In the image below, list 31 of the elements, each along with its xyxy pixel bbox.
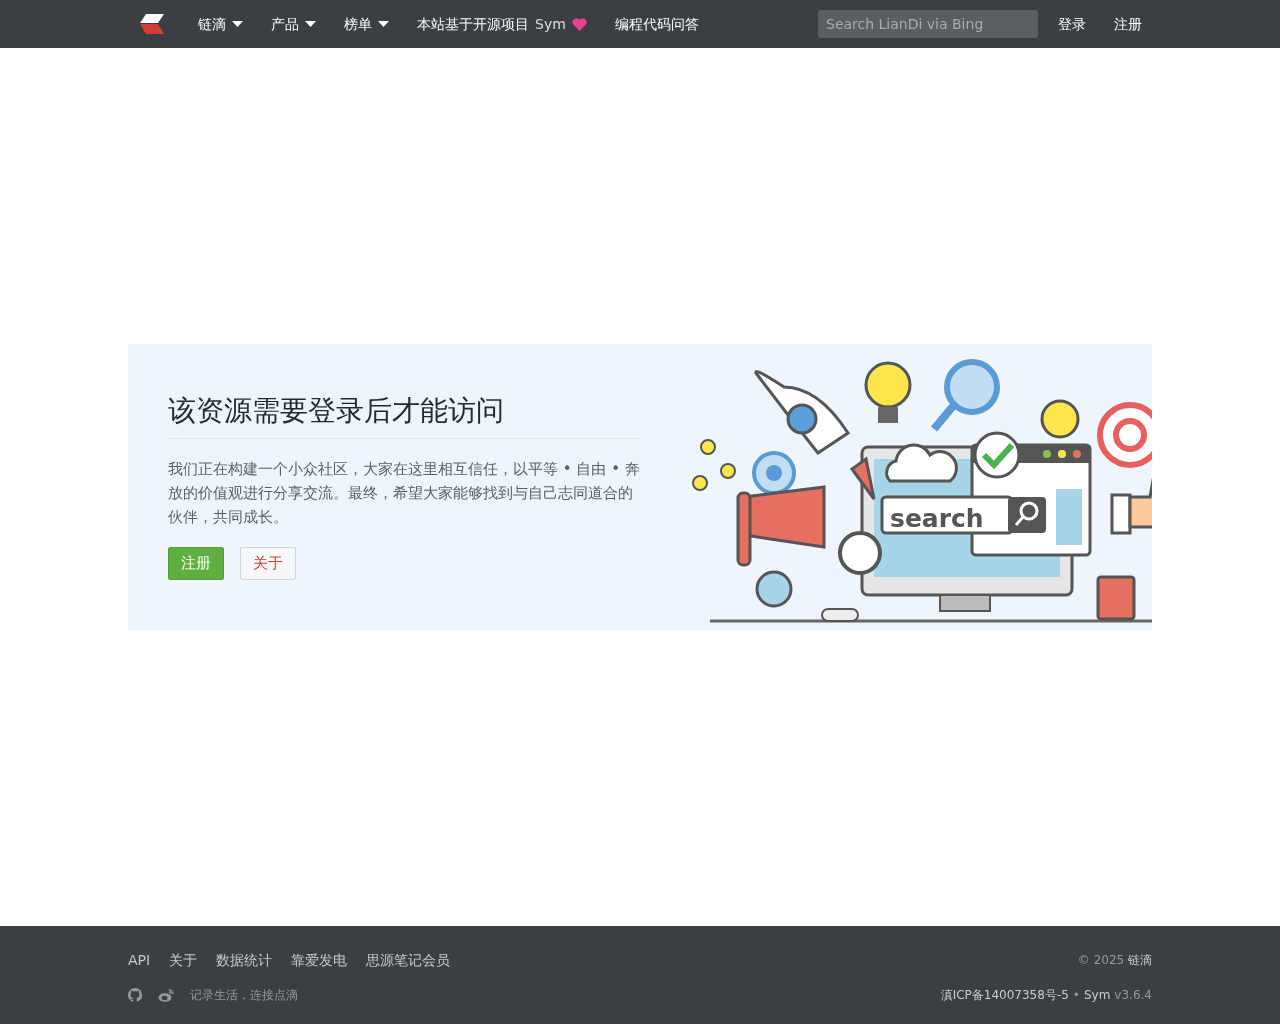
- nav-link[interactable]: 本站基于开源项目 Sym: [403, 13, 601, 35]
- caret-icon: [305, 21, 316, 27]
- version-text: v3.6.4: [1114, 987, 1152, 1004]
- notice-title: 该资源需要登录后才能访问: [168, 394, 640, 440]
- icp-link[interactable]: 滇ICP备14007358号-5: [940, 986, 1069, 1004]
- about-button[interactable]: 关于: [240, 547, 296, 580]
- footer-link[interactable]: 思源笔记会员: [366, 952, 451, 968]
- nav-link[interactable]: 登录: [1044, 13, 1100, 35]
- brand-link[interactable]: 链滴: [1128, 953, 1152, 967]
- weibo-icon[interactable]: [158, 988, 174, 1002]
- nav-link[interactable]: 注册: [1100, 13, 1152, 35]
- caret-icon: [378, 21, 389, 27]
- caret-icon: [232, 21, 243, 27]
- github-icon[interactable]: [128, 988, 142, 1002]
- footer-link[interactable]: 数据统计: [216, 952, 273, 968]
- slogan-text: 记录生活，连接点滴: [190, 987, 298, 1004]
- logo-icon[interactable]: [140, 12, 166, 36]
- search-field[interactable]: Search LianDi via Bing: [818, 10, 1038, 38]
- sym-link[interactable]: Sym: [1083, 986, 1111, 1004]
- footer-link[interactable]: API: [128, 952, 151, 968]
- separator-dot: •: [1072, 987, 1080, 1004]
- nav-dropdown[interactable]: 链滴: [184, 13, 257, 35]
- heart-icon: [571, 17, 587, 31]
- nav-link[interactable]: 编程代码问答: [600, 13, 713, 35]
- nav-dropdown[interactable]: 榜单: [330, 13, 403, 35]
- footer-link[interactable]: 关于: [169, 952, 198, 968]
- search-label: search: [890, 504, 984, 533]
- copyright-text: © 2025: [1077, 953, 1125, 967]
- footer-link[interactable]: 靠爱发电: [291, 952, 348, 968]
- nav-dropdown[interactable]: 产品: [257, 13, 330, 35]
- notice-text: 我们正在构建一个小众社区，大家在这里相互信任，以平等 • 自由 • 奔放的价值观进行分享交流。最终，希望大家能够找到与自己志同道合的伙伴，共同成长。: [168, 459, 640, 529]
